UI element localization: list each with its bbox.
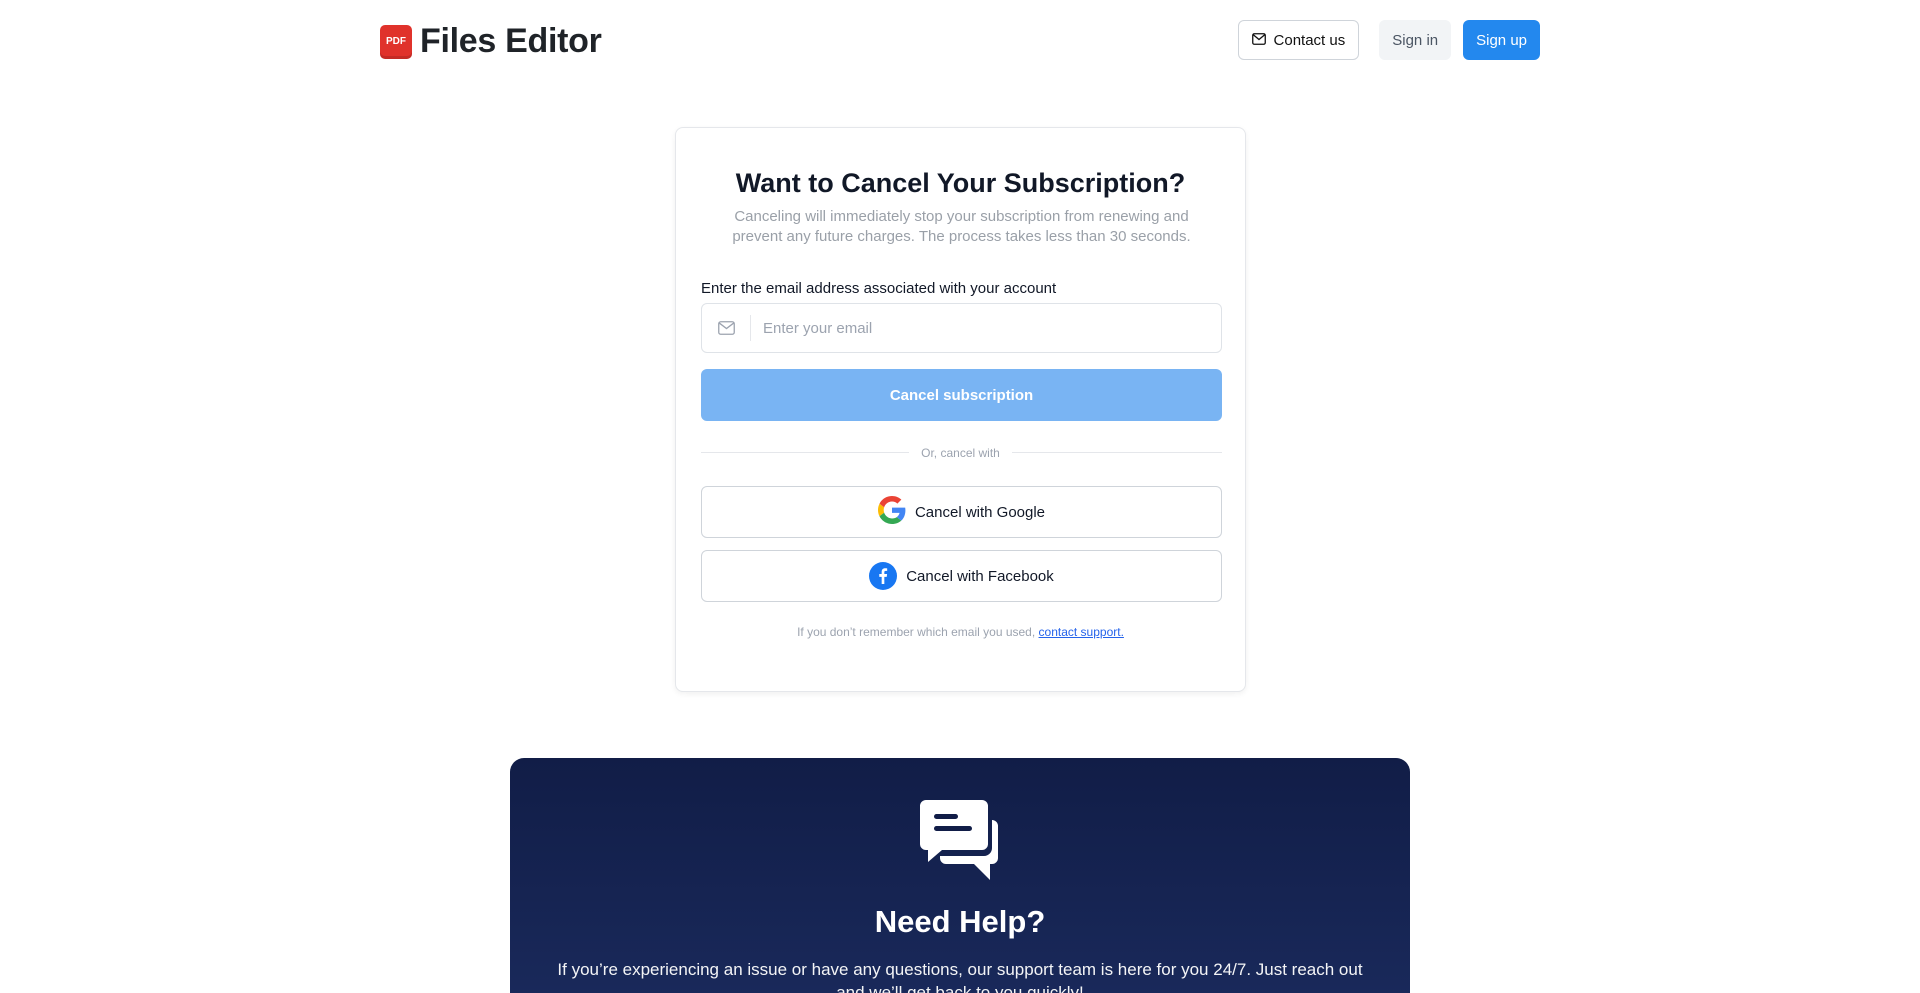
contact-us-label: Contact us bbox=[1273, 31, 1346, 49]
contact-support-link[interactable]: contact support. bbox=[1039, 625, 1124, 639]
need-help-section: Need Help? If you’re experiencing an iss… bbox=[510, 758, 1410, 993]
logo[interactable]: PDF Files Editor bbox=[380, 22, 602, 61]
header-nav: Contact us Sign in Sign up bbox=[1237, 20, 1540, 60]
email-field-label: Enter the email address associated with … bbox=[701, 280, 1057, 297]
facebook-button-label: Cancel with Facebook bbox=[906, 567, 1054, 585]
cancel-subscription-card: Want to Cancel Your Subscription? Cancel… bbox=[675, 127, 1246, 692]
site-header: PDF Files Editor Contact us Sign in Sign… bbox=[0, 0, 1920, 80]
cancel-subscription-button[interactable]: Cancel subscription bbox=[701, 369, 1222, 421]
email-field[interactable] bbox=[701, 303, 1222, 353]
mail-icon bbox=[702, 315, 751, 341]
pdf-logo-icon: PDF bbox=[380, 24, 412, 59]
logo-text: Files Editor bbox=[420, 22, 602, 60]
facebook-icon bbox=[869, 562, 898, 590]
support-footnote: If you don’t remember which email you us… bbox=[676, 625, 1245, 639]
help-text: If you’re experiencing an issue or have … bbox=[557, 960, 1363, 993]
cancel-with-google-button[interactable]: Cancel with Google bbox=[701, 486, 1222, 538]
card-title: Want to Cancel Your Subscription? bbox=[735, 168, 1186, 198]
mail-icon bbox=[1251, 32, 1266, 49]
cancel-with-facebook-button[interactable]: Cancel with Facebook bbox=[701, 550, 1222, 602]
divider: Or, cancel with bbox=[676, 444, 1245, 462]
email-input[interactable] bbox=[751, 319, 1211, 337]
sign-in-button[interactable]: Sign in bbox=[1379, 20, 1452, 60]
google-button-label: Cancel with Google bbox=[914, 503, 1046, 521]
chat-bubbles-icon bbox=[920, 800, 1000, 887]
contact-us-button[interactable]: Contact us bbox=[1237, 20, 1360, 60]
google-icon bbox=[877, 496, 906, 528]
card-subtitle: Canceling will immediately stop your sub… bbox=[732, 208, 1191, 245]
sign-up-button[interactable]: Sign up bbox=[1463, 20, 1540, 60]
divider-text: Or, cancel with bbox=[909, 446, 1012, 460]
help-title: Need Help? bbox=[874, 904, 1046, 939]
footnote-text: If you don’t remember which email you us… bbox=[797, 625, 1036, 639]
